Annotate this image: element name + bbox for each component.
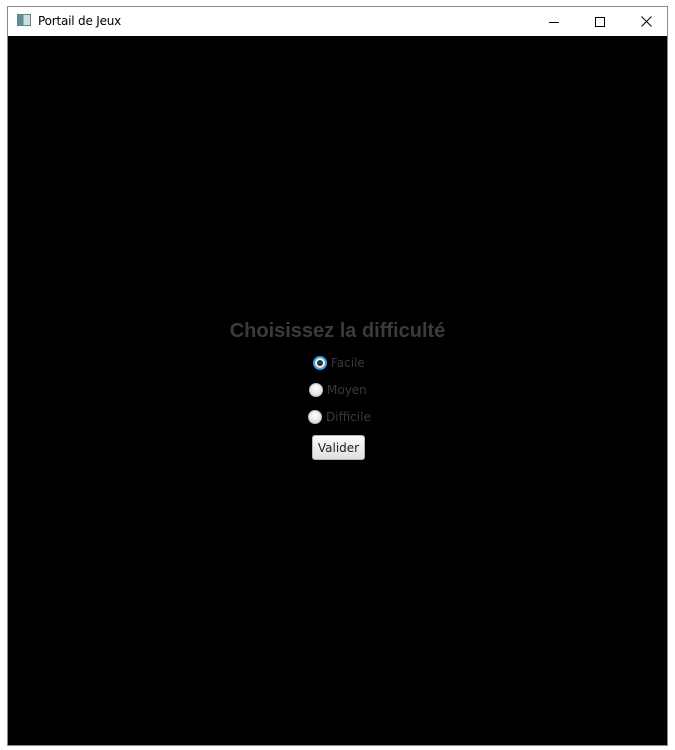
radio-label-moyen[interactable]: Moyen [327, 383, 367, 397]
minimize-button[interactable] [531, 7, 577, 36]
difficulty-heading: Choisissez la difficulté [229, 320, 446, 342]
minimize-icon [549, 21, 559, 23]
radio-button-moyen[interactable] [309, 383, 323, 397]
title-bar[interactable]: Portail de Jeux [8, 7, 667, 36]
radio-label-difficile[interactable]: Difficile [326, 410, 371, 424]
radio-option-moyen[interactable]: Moyen [309, 381, 367, 399]
close-button[interactable] [623, 7, 669, 36]
radio-option-facile[interactable]: Facile [313, 354, 365, 372]
radio-button-difficile[interactable] [308, 410, 322, 424]
maximize-button[interactable] [577, 7, 623, 36]
maximize-icon [595, 16, 605, 27]
java-app-icon [17, 14, 31, 26]
app-window: Portail de Jeux Choisissez la difficulté… [7, 6, 668, 746]
radio-label-facile[interactable]: Facile [331, 356, 365, 370]
radio-selected-dot [317, 360, 323, 366]
radio-button-facile[interactable] [313, 356, 327, 370]
game-content-area: Choisissez la difficulté Facile Moyen Di… [8, 36, 667, 745]
radio-option-difficile[interactable]: Difficile [308, 408, 371, 426]
close-icon [640, 16, 652, 27]
window-title: Portail de Jeux [38, 14, 122, 28]
validate-button[interactable]: Valider [312, 435, 365, 460]
